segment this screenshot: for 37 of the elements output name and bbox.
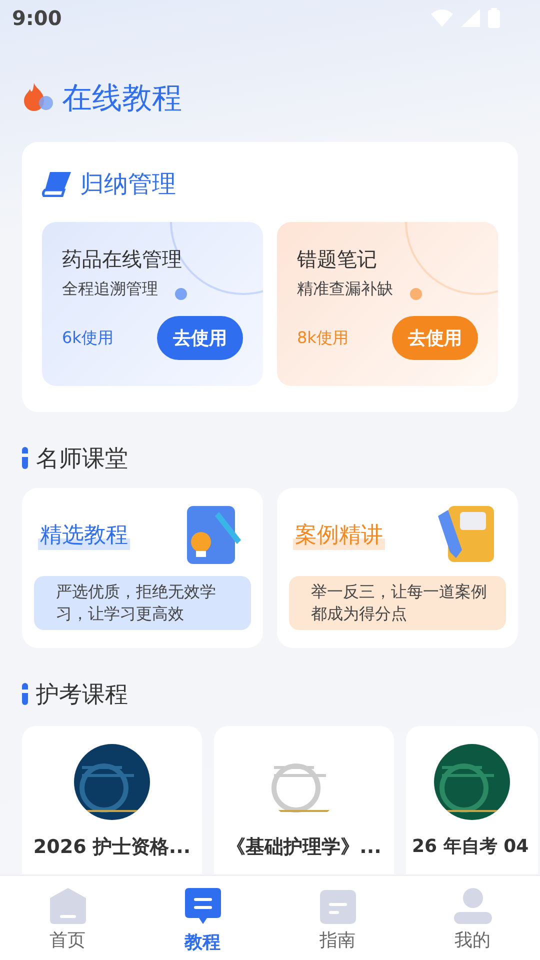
feature-description: 举一反三，让每一道案例都成为得分点	[289, 576, 506, 630]
page-title: 在线教程	[62, 80, 182, 118]
section-title: 护考课程	[36, 680, 128, 710]
feature-title: 案例精讲	[293, 520, 385, 550]
use-button[interactable]: 去使用	[157, 316, 243, 360]
book-icon	[42, 171, 72, 197]
tab[interactable]: 首页	[0, 876, 135, 960]
tab[interactable]: 指南	[270, 876, 405, 960]
course-title: 《基础护理学》...	[226, 835, 382, 860]
section-marker-icon	[22, 447, 28, 469]
usage-count: 8k使用	[297, 328, 348, 348]
feature-description: 严选优质，拒绝无效学习，让学习更高效	[34, 576, 251, 630]
card-title: 归纳管理	[80, 169, 176, 200]
section-marker-icon	[22, 683, 28, 705]
course-title: 2026 护士资格...	[33, 835, 191, 860]
tool-name: 药品在线管理	[62, 246, 183, 273]
tool-name: 错题笔记	[297, 246, 378, 273]
tab[interactable]: 教程	[135, 876, 270, 960]
clock: 9:00	[12, 6, 62, 30]
feature-card[interactable]: 案例精讲 举一反三，让每一道案例都成为得分点	[277, 488, 518, 648]
usage-count: 6k使用	[62, 328, 114, 348]
course-title: 26 年自考 04	[412, 835, 529, 858]
section-title: 名师课堂	[36, 444, 128, 474]
message-icon	[184, 888, 220, 926]
course-card[interactable]: 《基础护理学》...	[214, 726, 394, 874]
course-card[interactable]: 2026 护士资格...	[22, 726, 202, 874]
notepad-icon	[320, 888, 356, 924]
home-icon	[50, 888, 86, 924]
tab[interactable]: 我的	[405, 876, 540, 960]
tool-card[interactable]: 药品在线管理 全程追溯管理 6k使用 去使用	[42, 222, 263, 386]
tool-subtitle: 精准查漏补缺	[297, 279, 394, 300]
tool-subtitle: 全程追溯管理	[62, 279, 159, 300]
tool-card[interactable]: 错题笔记 精准查漏补缺 8k使用 去使用	[277, 222, 498, 386]
person-icon	[454, 888, 492, 924]
hot-flame-icon	[22, 83, 54, 113]
course-card[interactable]: 26 年自考 04	[406, 726, 538, 874]
feature-card[interactable]: 精选教程 严选优质，拒绝无效学习，让学习更高效	[22, 488, 263, 648]
